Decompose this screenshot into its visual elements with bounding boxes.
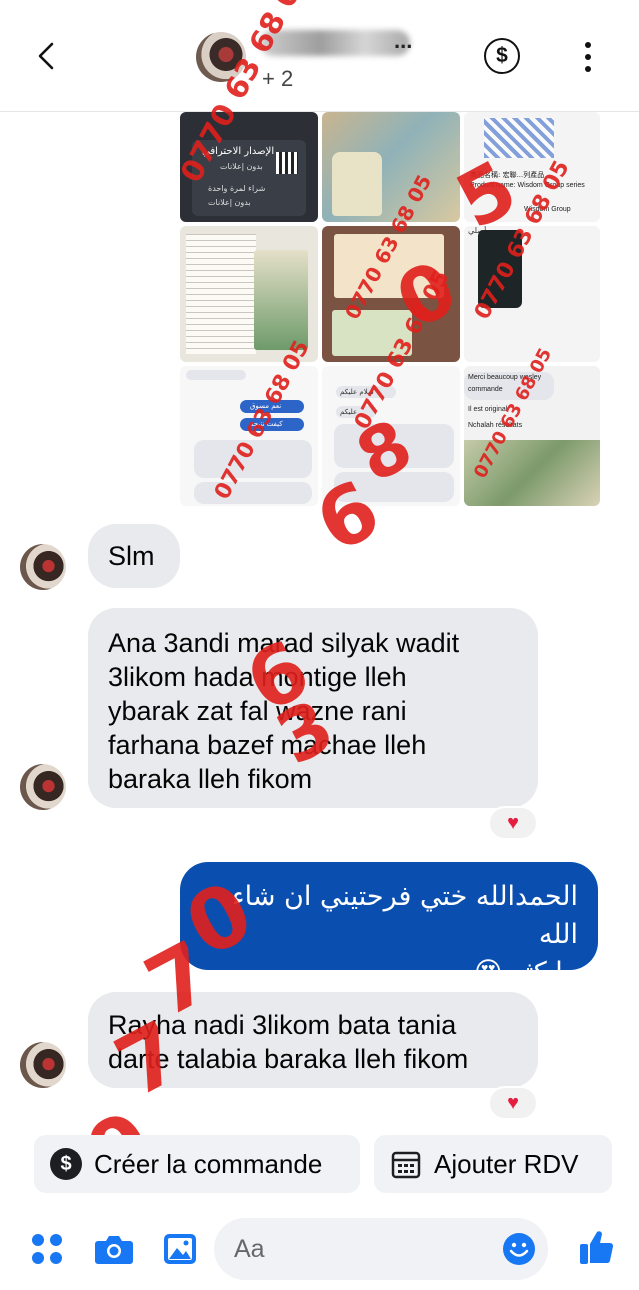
create-order-label: Créer la commande [94, 1148, 323, 1179]
dollar-icon: $ [50, 1148, 82, 1180]
tile-text: الإصدار الاحترافي [202, 146, 275, 157]
message-text: Slm [108, 541, 155, 571]
collage-tile-chat-screenshot: نعم مسوق كيفت نتيجة [180, 366, 318, 506]
payment-dollar-icon[interactable]: $ [484, 38, 520, 74]
collage-tile-chat-screenshot-2: سلام عليكم عليكم [322, 366, 460, 506]
heart-reaction[interactable]: ♥ [488, 1086, 538, 1120]
tile-text: نعم مسوق [250, 402, 282, 410]
apps-grid-icon[interactable] [30, 1232, 64, 1266]
heart-icon: ♥ [507, 1091, 519, 1114]
contact-name-blurred[interactable] [260, 30, 410, 56]
heart-reaction[interactable]: ♥ [488, 806, 538, 840]
collage-tile-app-screen: الإصدار الاحترافي بدون إعلانات شراء لمرة… [180, 112, 318, 222]
more-vertical-icon[interactable] [578, 40, 598, 74]
message-line: baraka lleh fikom [108, 764, 313, 794]
camera-icon[interactable] [94, 1232, 134, 1266]
message-input[interactable] [234, 1232, 494, 1266]
back-arrow-icon[interactable] [30, 38, 66, 74]
tile-text: commande [468, 386, 503, 393]
message-line: ybarak zat fal wazne rani [108, 696, 407, 726]
create-order-button[interactable]: $ Créer la commande [34, 1135, 360, 1193]
collage-tile-product-label: 商品名稱: 宏聯...列產品 Product name: Wisdom Grou… [464, 112, 600, 222]
tile-text: 商品名稱: 宏聯...列產品 [470, 171, 545, 179]
heart-icon: ♥ [507, 811, 519, 834]
sender-avatar[interactable] [20, 1042, 66, 1088]
tile-text: كيفت نتيجة [250, 420, 283, 428]
message-input-wrapper [214, 1218, 548, 1280]
add-appointment-label: Ajouter RDV [434, 1148, 579, 1179]
tile-text: Merci beaucoup wesley [468, 374, 542, 381]
collage-tile-product-bottle [322, 112, 460, 222]
collage-tile-leaflet [180, 226, 318, 362]
collage-tile-chat-screenshot-3: Merci beaucoup wesley commande Il est or… [464, 366, 600, 506]
calendar-icon [391, 1151, 421, 1179]
tile-text: شراء لمرة واحدة [208, 184, 266, 193]
message-bubble-incoming[interactable]: Ana 3andi marad silyak wadit 3likom hada… [88, 608, 538, 808]
tile-text: Product name: Wisdom Group series [470, 182, 585, 189]
tile-text: بدون إعلانات [220, 162, 263, 171]
collage-tile-phone-chat: أصلي [464, 226, 600, 362]
tile-text: سلام عليكم [340, 388, 374, 396]
tile-text: عليكم [340, 408, 358, 416]
message-line: ما كثر 😍 [474, 957, 578, 988]
message-line: farhana bazef machae lleh [108, 730, 427, 760]
emoji-icon[interactable] [502, 1232, 536, 1266]
tile-text: بدون إعلانات [208, 198, 251, 207]
tile-text: Wisdom Group [524, 206, 571, 213]
sender-avatar[interactable] [20, 764, 66, 810]
chat-header: ... + 2 $ [0, 0, 639, 112]
message-line: Ana 3andi marad silyak wadit [108, 628, 460, 658]
message-line: Rayha nadi 3likom bata tania [108, 1010, 457, 1040]
message-line: الحمدالله ختي فرحتيني ان شاء الله [231, 881, 578, 950]
participants-count[interactable]: + 2 [262, 66, 293, 92]
tile-text: Il est original [468, 406, 508, 413]
shared-image-collage[interactable]: الإصدار الاحترافي بدون إعلانات شراء لمرة… [174, 0, 600, 506]
message-line: 3likom hada montige lleh [108, 662, 407, 692]
message-bubble-outgoing[interactable]: الحمدالله ختي فرحتيني ان شاء الله ما كثر… [180, 862, 598, 988]
sender-avatar[interactable] [20, 544, 66, 590]
message-bubble-incoming[interactable]: Slm [88, 524, 180, 588]
message-bubble-incoming[interactable]: Rayha nadi 3likom bata tania darte talab… [88, 992, 538, 1088]
tile-text: Nchalah résultats [468, 422, 523, 429]
gallery-icon[interactable] [162, 1232, 198, 1266]
message-line: darte talabia baraka lleh fikom [108, 1044, 469, 1074]
group-avatar[interactable] [196, 32, 246, 82]
contact-name-ellipsis: ... [394, 28, 413, 53]
thumbs-up-icon[interactable] [578, 1228, 616, 1266]
message-composer [0, 1214, 639, 1290]
collage-tile-package [322, 226, 460, 362]
add-appointment-button[interactable]: Ajouter RDV [374, 1135, 612, 1193]
